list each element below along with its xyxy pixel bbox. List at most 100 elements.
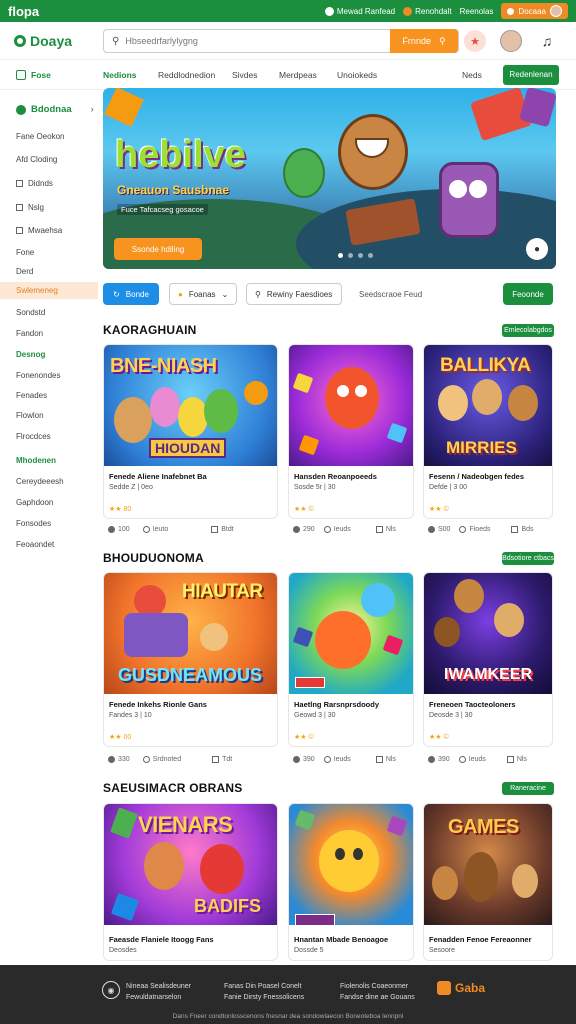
card-meta: Fandes 3 | 10 [109,712,152,719]
footer-link[interactable]: Fanas Din Poasel Conelt [224,981,304,992]
section-badge[interactable]: Bdsotiore ctbacs [502,552,554,565]
carousel-next-button[interactable]: ● [526,238,548,260]
carousel-dot[interactable] [338,253,343,258]
character-art [114,397,152,443]
sidebar-item[interactable]: Fandon [16,329,43,338]
game-card[interactable]: BNE-NIASH HIOUDAN Fenede Aliene Inafebne… [103,344,278,519]
site-logo[interactable]: Doaya [14,33,102,49]
topbar-brand[interactable]: flopa [8,4,39,19]
topbar-link-label: Reenolas [459,6,494,16]
carousel-dot[interactable] [348,253,353,258]
thumbnail-title: HIAUTAR [182,581,263,602]
topbar-account-pill[interactable]: Docaaa [501,3,568,19]
sidebar-item[interactable]: Fonenondes [16,371,60,380]
cube-decoration [294,809,316,831]
topbar-link-0[interactable]: Mewad Ranfead [324,6,395,16]
carousel-dot[interactable] [358,253,363,258]
refresh-icon: ↻ [113,289,120,299]
checkbox-icon [16,204,23,211]
top-bar: flopa Mewad Ranfead Renohdalt Reenolas D… [0,0,576,22]
sidebar-item[interactable]: Fonsodes [16,519,51,528]
character-art [454,579,484,613]
filter-dropdown[interactable]: ● Foanas ⌄ [169,283,237,305]
sidebar-item[interactable]: Flowlon [16,411,44,420]
hero-tagline: Fuce Tafcacseg gosacoe [117,204,208,215]
nav-home[interactable]: Fose [16,69,51,80]
eye-icon [428,756,435,763]
notification-icon[interactable]: ★ [464,30,486,52]
footer-link[interactable]: Fiolenolis Coaeonmer [340,981,415,992]
footer-column: Nineaa Sealisdeuner Fewuldatnarselon [126,981,191,1003]
bookmark-icon[interactable] [375,526,383,533]
stat-value: Bds [521,526,534,533]
sidebar-item[interactable]: Gaphdoon [16,498,53,507]
search-input[interactable] [125,36,386,46]
character-art [464,852,498,902]
footer-logo[interactable]: Gaba [437,981,485,995]
topbar-link-2[interactable]: Reenolas [460,7,494,16]
game-card[interactable]: Hnantan Mbade Benoagoe Dossde 5 [288,803,414,961]
nav-right-link[interactable]: Neds [462,70,482,80]
bookmark-icon[interactable] [375,756,383,763]
filter-search-chip[interactable]: ⚲ Rewiny Faesdioes [246,283,342,305]
carousel-dot[interactable] [368,253,373,258]
game-card[interactable]: IWAMKEER Freneoen Taocteoloners Deosde 3… [423,572,553,747]
hero-banner[interactable]: hebilve Gneauon Sausbnae Fuce Tafcacseg … [103,88,556,269]
bookmark-icon[interactable] [506,756,514,763]
nav-tab-0[interactable]: Nedions [103,70,137,80]
sidebar-item-label: Feoaondet [16,540,55,549]
globe-icon[interactable]: ◉ [102,981,120,999]
sidebar-item[interactable]: Flrocdces [16,432,51,441]
music-icon[interactable]: ♫ [536,30,558,52]
sidebar-item[interactable]: Fone [16,248,34,257]
sidebar-item[interactable]: Derd [16,267,33,276]
section-badge[interactable]: Raneracine [502,782,554,795]
game-card[interactable]: VIENARS BADIFS Faeasde Flaniele Itoogg F… [103,803,278,961]
stat-value: Nls [516,756,527,763]
checkbox-icon [16,227,23,234]
search-button[interactable]: Frnnde ⚲ [390,29,458,53]
character-art [200,844,244,894]
hero-cta-button[interactable]: Ssonde hdiling [114,238,202,260]
stat-value: 390 [438,756,450,763]
topbar-link-1[interactable]: Renohdalt [403,6,452,16]
sidebar-header-label: Bdodnaa [31,104,72,115]
bookmark-icon[interactable] [211,526,219,533]
nav-tab-4[interactable]: Unoiokeds [337,70,377,80]
nav-tab-3[interactable]: Merdpeas [279,70,317,80]
game-card[interactable]: Hansden Reoanpoeeds Sosde 5r | 30 ★★ © [288,344,414,519]
footer-link[interactable]: Fandse dine ae Gouans [340,992,415,1003]
bookmark-icon[interactable] [511,526,519,533]
sidebar-item[interactable]: Fane Oeokon [16,132,64,141]
character-art [315,611,371,669]
thumbnail-subtitle: BADIFS [194,896,261,916]
user-avatar-icon[interactable] [500,30,522,52]
filter-apply-button[interactable]: Feoonde [503,283,553,305]
nav-tab-2[interactable]: Sivdes [232,70,258,80]
sidebar-item[interactable]: Didnds [16,179,53,188]
footer-link[interactable]: Nineaa Sealisdeuner [126,981,191,992]
footer-link[interactable]: Fewuldatnarselon [126,992,191,1003]
nav-tab-1[interactable]: Reddlodnedion [158,70,215,80]
sidebar-item-active[interactable]: Swlemeneg [0,282,98,299]
sidebar-item[interactable]: Sondstd [16,308,45,317]
game-card[interactable]: Haetlng Rarsnprsdoody Geowd 3 | 30 ★★ © [288,572,414,747]
card-stats: 330 Srdnoted Tdt [108,756,232,763]
sidebar-item[interactable]: Nslg [16,203,44,212]
sidebar-item[interactable]: Fenades [16,391,47,400]
filter-primary-button[interactable]: ↻ Bonde [103,283,159,305]
sidebar-item[interactable]: Cereydeeesh [16,477,64,486]
section-badge[interactable]: Emlecolabgdos [502,324,554,337]
nav-action-button[interactable]: Redenlenan [503,64,559,85]
footer-link[interactable]: Fanie Dirsty Fnessolicens [224,992,304,1003]
stat-value: S00 [438,526,451,533]
bookmark-icon[interactable] [212,756,220,763]
sidebar-item[interactable]: Mwaehsa [16,226,62,235]
sidebar-header[interactable]: Bdodnaa › [16,104,94,115]
sidebar-item[interactable]: Feoaondet [16,540,54,549]
game-card[interactable]: GAMES Fenadden Fenoe Fereaonner Sesoore [423,803,553,961]
game-card[interactable]: BALLIKYA MIRRIES Fesenn / Nadeobgen fede… [423,344,553,519]
filter-text-link[interactable]: Seedscraoe Feud [351,283,430,305]
game-card[interactable]: HIAUTAR GUSDNEAMOUS Fenede Inkehs Rionle… [103,572,278,747]
sidebar-item[interactable]: Afd Cloding [16,155,57,164]
